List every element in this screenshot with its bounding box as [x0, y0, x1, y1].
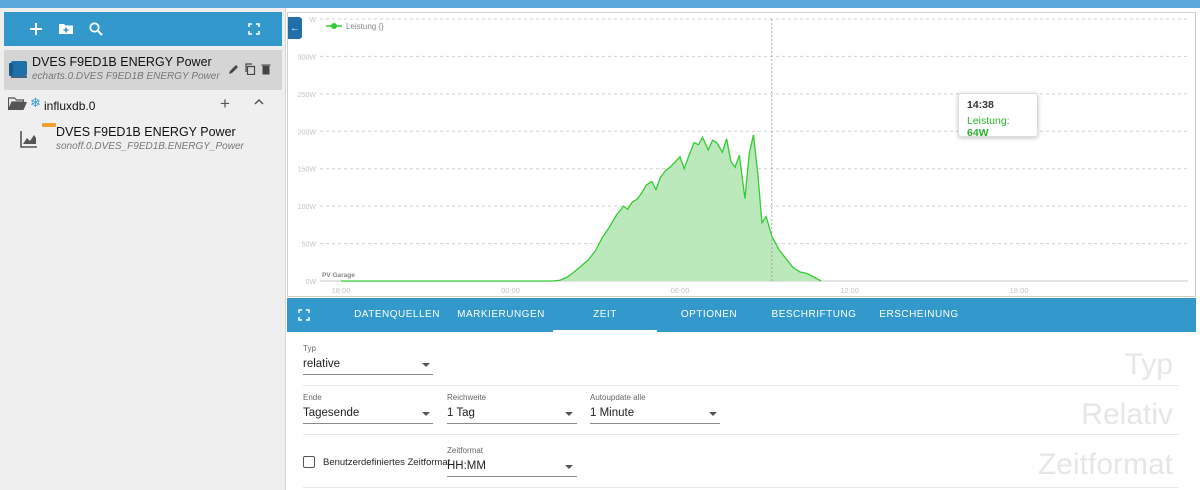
left-toolbar — [4, 12, 282, 46]
y-tick-label: 150W — [298, 167, 317, 174]
influxdb-icon: ❄ — [30, 95, 41, 110]
tooltip-time: 14:38 — [967, 99, 994, 111]
datasource-list-item[interactable]: DVES F9ED1B ENERGY Power sonoff.0.DVES_F… — [4, 120, 282, 160]
reichweite-dropdown-icon[interactable] — [565, 412, 573, 416]
ende-select[interactable]: Tagesende — [303, 407, 359, 419]
chevron-up-icon[interactable] — [253, 96, 265, 108]
x-tick-label: 12:00 — [840, 286, 859, 295]
chart-item-actions — [228, 62, 272, 76]
typ-label: Typ — [303, 344, 316, 353]
y-tick-label: 300W — [298, 54, 317, 61]
chart-svg: 0W 50W 100W 150W 200W 250W 300W W 18:00 00:00 06:0… — [298, 17, 1188, 295]
legend-marker — [331, 23, 337, 29]
datasource-item-title: DVES F9ED1B ENERGY Power — [56, 125, 236, 139]
add-icon[interactable] — [26, 19, 46, 39]
typ-dropdown-icon[interactable] — [422, 363, 430, 367]
reichweite-select[interactable]: 1 Tag — [447, 407, 475, 419]
tab-datenquellen[interactable]: DATENQUELLEN — [345, 298, 449, 332]
x-tick-label: 18:00 — [332, 286, 351, 295]
top-accent-bar — [0, 0, 1200, 8]
reichweite-label: Reichweite — [447, 393, 487, 402]
folder-label: influxdb.0 — [44, 99, 96, 113]
tab-markierungen[interactable]: MARKIERUNGEN — [449, 298, 553, 332]
zeitformat-label: Zeitformat — [447, 446, 484, 455]
settings-tabs: DATENQUELLEN MARKIERUNGEN ZEIT OPTIONEN … — [287, 298, 1196, 332]
tab-erscheinung[interactable]: ERSCHEINUNG — [867, 298, 971, 332]
chart-item-subtitle: echarts.0.DVES F9ED1B ENERGY Power — [32, 71, 220, 82]
marker-label: PV Garage — [322, 272, 355, 279]
tooltip-label: Leistung: — [967, 115, 1010, 127]
zeitformat-select[interactable]: HH:MM — [447, 460, 486, 472]
typ-select[interactable]: relative — [303, 358, 340, 370]
chart-preset-icon — [9, 61, 27, 78]
copy-icon[interactable] — [244, 62, 256, 76]
line-chart-icon — [20, 131, 37, 148]
folder-influxdb[interactable]: ❄ influxdb.0 + — [4, 94, 282, 116]
chart-tooltip: 14:38 Leistung: 64W — [958, 93, 1038, 139]
add-to-folder-icon[interactable]: + — [220, 94, 230, 114]
x-tick-label: 06:00 — [671, 286, 690, 295]
fullscreen-icon[interactable] — [244, 19, 264, 39]
zeit-settings-form: Typ relative Typ Ende Tagesende Reichwei… — [287, 332, 1200, 490]
section-title-typ: Typ — [1124, 348, 1173, 381]
y-tick-label: W — [309, 17, 316, 24]
y-tick-label: 50W — [302, 242, 317, 249]
ende-dropdown-icon[interactable] — [422, 412, 430, 416]
section-title-relativ: Relativ — [1081, 398, 1173, 431]
section-title-zeitformat: Zeitformat — [1037, 448, 1173, 481]
search-icon[interactable] — [86, 19, 106, 39]
custom-format-checkbox[interactable] — [303, 456, 315, 468]
sonoff-logo-icon — [42, 123, 56, 127]
delete-icon[interactable] — [260, 62, 272, 76]
tab-beschriftung[interactable]: BESCHRIFTUNG — [761, 298, 867, 332]
chart-preview: 0W 50W 100W 150W 200W 250W 300W W 18:00 00:00 06:0… — [287, 12, 1196, 297]
y-tick-label: 200W — [298, 129, 317, 136]
add-folder-icon[interactable] — [56, 19, 76, 39]
zeitformat-dropdown-icon[interactable] — [565, 465, 573, 469]
autoupdate-label: Autoupdate alle — [590, 393, 646, 402]
tab-optionen[interactable]: OPTIONEN — [657, 298, 761, 332]
expand-icon[interactable] — [297, 308, 311, 322]
tooltip-line: Leistung: 64W — [967, 115, 1029, 139]
edit-icon[interactable] — [228, 62, 240, 76]
datasource-item-subtitle: sonoff.0.DVES_F9ED1B.ENERGY_Power — [56, 141, 244, 152]
autoupdate-dropdown-icon[interactable] — [709, 412, 717, 416]
collapse-arrow-icon[interactable]: ← — [288, 17, 302, 39]
autoupdate-select[interactable]: 1 Minute — [590, 407, 634, 419]
tooltip-value: 64W — [967, 127, 989, 139]
legend-label: Leistung {} — [346, 22, 384, 31]
object-browser-panel: DVES F9ED1B ENERGY Power echarts.0.DVES … — [0, 8, 286, 490]
ende-label: Ende — [303, 393, 322, 402]
chart-list-item[interactable]: DVES F9ED1B ENERGY Power echarts.0.DVES … — [4, 50, 282, 90]
x-tick-label: 00:00 — [501, 286, 520, 295]
x-tick-label: 18:00 — [1010, 286, 1029, 295]
custom-format-label: Benutzerdefiniertes Zeitformat — [323, 457, 451, 468]
folder-open-icon — [8, 97, 27, 111]
y-tick-label: 250W — [298, 92, 317, 99]
chart-item-title: DVES F9ED1B ENERGY Power — [32, 55, 212, 69]
tab-zeit[interactable]: ZEIT — [553, 298, 657, 332]
y-tick-label: 100W — [298, 204, 317, 211]
y-tick-label: 0W — [306, 279, 317, 286]
